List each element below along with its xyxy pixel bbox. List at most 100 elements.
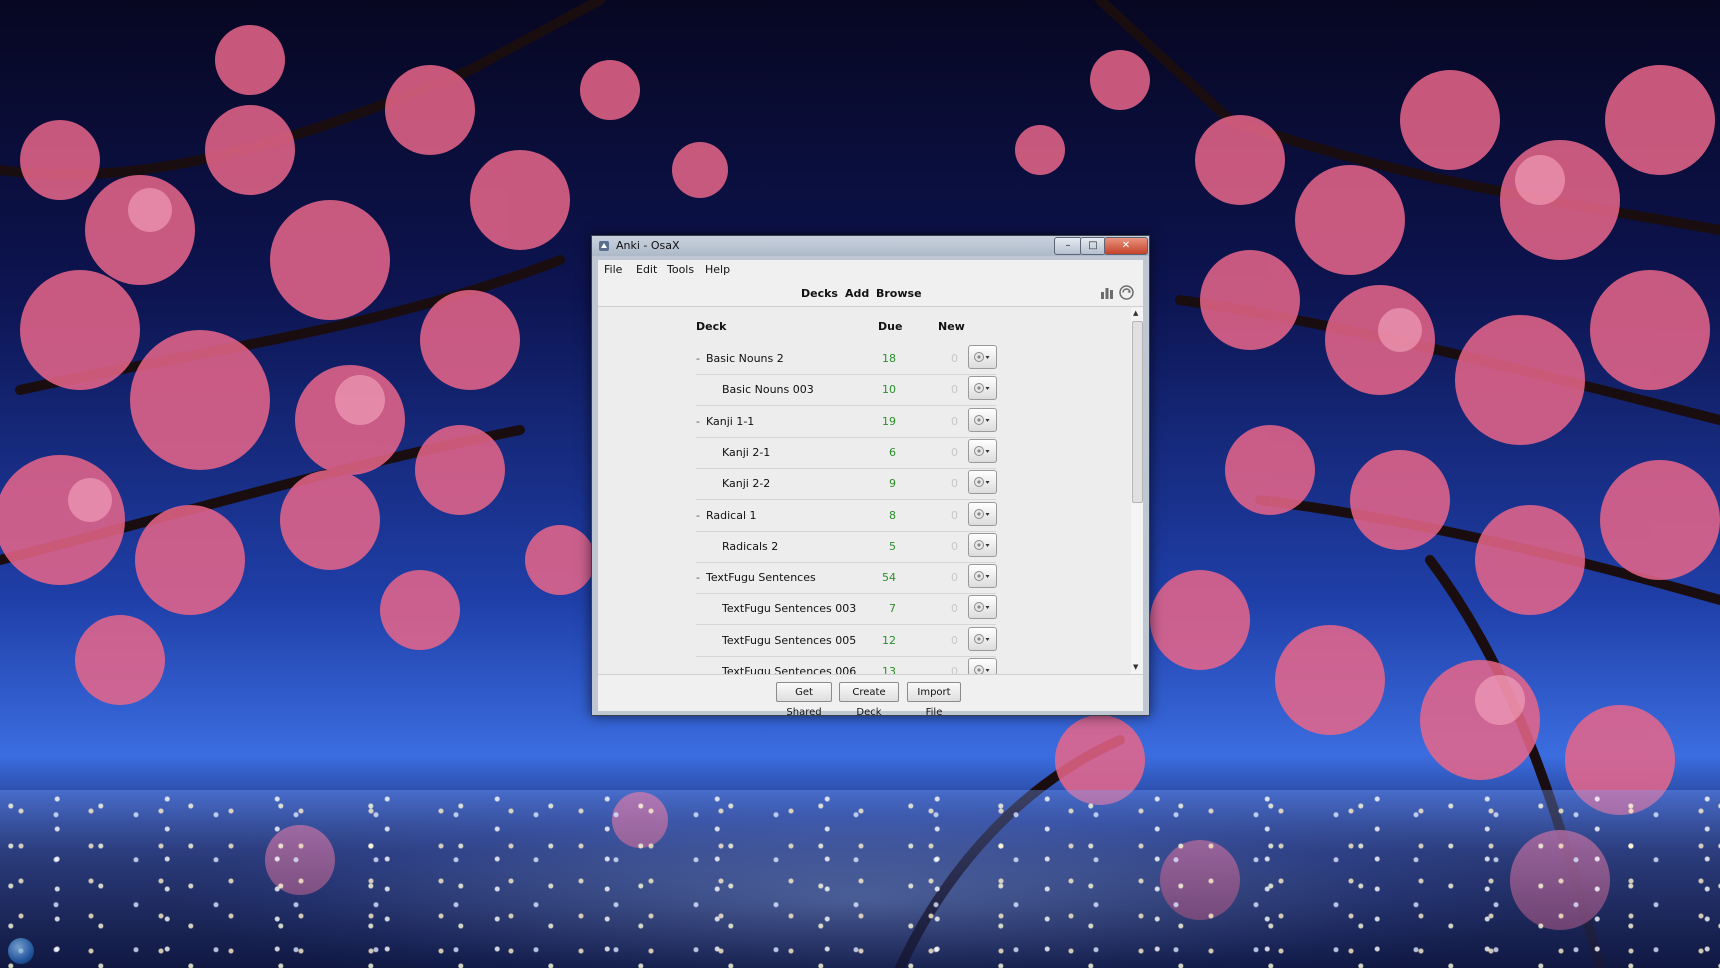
main-toolbar: Decks Add Browse — [598, 280, 1143, 307]
due-count: 10 — [882, 383, 896, 397]
due-count: 19 — [882, 414, 896, 428]
due-count: 7 — [889, 602, 896, 616]
import-file-button[interactable]: Import File — [907, 682, 961, 718]
gear-dropdown-icon — [974, 477, 990, 488]
minimize-button[interactable]: – — [1054, 237, 1082, 255]
deck-options-button[interactable] — [968, 501, 997, 526]
sync-icon[interactable] — [1119, 285, 1134, 300]
deck-name[interactable]: TextFugu Sentences — [706, 571, 816, 584]
due-count: 12 — [882, 633, 896, 647]
deck-row[interactable]: TextFugu Sentences 005 12 0 — [696, 625, 997, 657]
new-count: 0 — [951, 602, 958, 616]
gear-dropdown-icon — [974, 445, 990, 456]
scroll-down-icon[interactable]: ▼ — [1133, 663, 1141, 671]
deck-options-button[interactable] — [968, 470, 997, 495]
deck-row[interactable]: Kanji 2-2 9 0 — [696, 468, 997, 501]
window-title: Anki - OsaX — [616, 239, 680, 252]
header-new: New — [938, 320, 965, 333]
gear-dropdown-icon — [974, 633, 990, 644]
deck-options-button[interactable] — [968, 658, 997, 674]
gear-dropdown-icon — [974, 665, 990, 674]
gear-dropdown-icon — [974, 539, 990, 550]
new-count: 0 — [951, 383, 958, 397]
deck-options-button[interactable] — [968, 532, 997, 557]
gear-dropdown-icon — [974, 352, 990, 362]
new-count: 0 — [951, 445, 958, 459]
anki-app-icon — [599, 241, 609, 251]
deck-options-button[interactable] — [968, 626, 997, 651]
get-shared-button[interactable]: Get Shared — [776, 682, 832, 718]
deck-row[interactable]: - Basic Nouns 2 18 0 — [696, 343, 997, 375]
deck-row[interactable]: - Radical 1 8 0 — [696, 500, 997, 532]
scroll-up-icon[interactable]: ▲ — [1133, 309, 1141, 317]
deck-row[interactable]: TextFugu Sentences 003 7 0 — [696, 593, 997, 626]
deck-list: Deck Due New - Basic Nouns 2 18 0 Basic Noun… — [598, 307, 1143, 674]
gear-dropdown-icon — [974, 508, 990, 519]
collapse-toggle[interactable]: - — [696, 352, 700, 365]
deck-name[interactable]: Radicals 2 — [722, 540, 778, 553]
vertical-scrollbar[interactable]: ▲ ▼ — [1131, 307, 1143, 674]
deck-name[interactable]: Radical 1 — [706, 509, 757, 522]
menu-file[interactable]: File — [604, 263, 622, 276]
collapse-toggle[interactable]: - — [696, 509, 700, 522]
deck-row[interactable]: TextFugu Sentences 006 13 0 — [696, 656, 997, 674]
due-count: 5 — [889, 539, 896, 553]
browse-link[interactable]: Browse — [876, 287, 922, 300]
deck-options-button[interactable] — [968, 564, 997, 589]
new-count: 0 — [951, 571, 958, 585]
deck-options-button[interactable] — [968, 376, 997, 401]
collapse-toggle[interactable]: - — [696, 415, 700, 428]
create-deck-button[interactable]: Create Deck — [839, 682, 899, 718]
city-lights — [0, 790, 1720, 968]
due-count: 18 — [882, 352, 896, 365]
deck-row[interactable]: Kanji 2-1 6 0 — [696, 437, 997, 469]
due-count: 9 — [889, 477, 896, 491]
new-count: 0 — [951, 477, 958, 491]
gear-dropdown-icon — [974, 383, 990, 394]
deck-options-button[interactable] — [968, 595, 997, 620]
deck-name[interactable]: TextFugu Sentences 005 — [722, 634, 856, 647]
gear-dropdown-icon — [974, 602, 990, 613]
maximize-button[interactable]: □ — [1080, 237, 1106, 255]
header-deck: Deck — [696, 320, 727, 333]
deck-name[interactable]: TextFugu Sentences 003 — [722, 602, 856, 615]
deck-name[interactable]: TextFugu Sentences 006 — [722, 665, 856, 674]
gear-dropdown-icon — [974, 414, 990, 425]
add-link[interactable]: Add — [845, 287, 869, 300]
decks-link[interactable]: Decks — [801, 287, 838, 300]
menu-bar: File Edit Tools Help — [598, 260, 1143, 280]
deck-options-button[interactable] — [968, 345, 997, 369]
deck-row[interactable]: Basic Nouns 003 10 0 — [696, 374, 997, 407]
new-count: 0 — [951, 508, 958, 522]
deck-name[interactable]: Kanji 1-1 — [706, 415, 754, 428]
due-count: 54 — [882, 571, 896, 585]
menu-help[interactable]: Help — [705, 263, 730, 276]
new-count: 0 — [951, 633, 958, 647]
due-count: 8 — [889, 508, 896, 522]
deck-row[interactable]: - TextFugu Sentences 54 0 — [696, 562, 997, 595]
deck-name[interactable]: Basic Nouns 003 — [722, 383, 814, 396]
start-button[interactable] — [8, 938, 34, 964]
new-count: 0 — [951, 665, 958, 674]
deck-name[interactable]: Kanji 2-1 — [722, 446, 770, 459]
collapse-toggle[interactable]: - — [696, 571, 700, 584]
header-due: Due — [878, 320, 903, 333]
due-count: 6 — [889, 445, 896, 459]
deck-name[interactable]: Basic Nouns 2 — [706, 352, 784, 365]
new-count: 0 — [951, 539, 958, 553]
deck-options-button[interactable] — [968, 438, 997, 463]
menu-tools[interactable]: Tools — [667, 263, 694, 276]
due-count: 13 — [882, 665, 896, 674]
new-count: 0 — [951, 414, 958, 428]
deck-name[interactable]: Kanji 2-2 — [722, 477, 770, 490]
title-bar[interactable]: Anki - OsaX – □ ✕ — [592, 236, 1149, 256]
deck-row[interactable]: - Kanji 1-1 19 0 — [696, 406, 997, 438]
stats-icon[interactable] — [1100, 286, 1114, 299]
new-count: 0 — [951, 352, 958, 365]
deck-row[interactable]: Radicals 2 5 0 — [696, 531, 997, 563]
deck-options-button[interactable] — [968, 407, 997, 432]
menu-edit[interactable]: Edit — [636, 263, 657, 276]
scroll-thumb[interactable] — [1132, 321, 1143, 503]
gear-dropdown-icon — [974, 571, 990, 582]
close-button[interactable]: ✕ — [1104, 237, 1148, 255]
